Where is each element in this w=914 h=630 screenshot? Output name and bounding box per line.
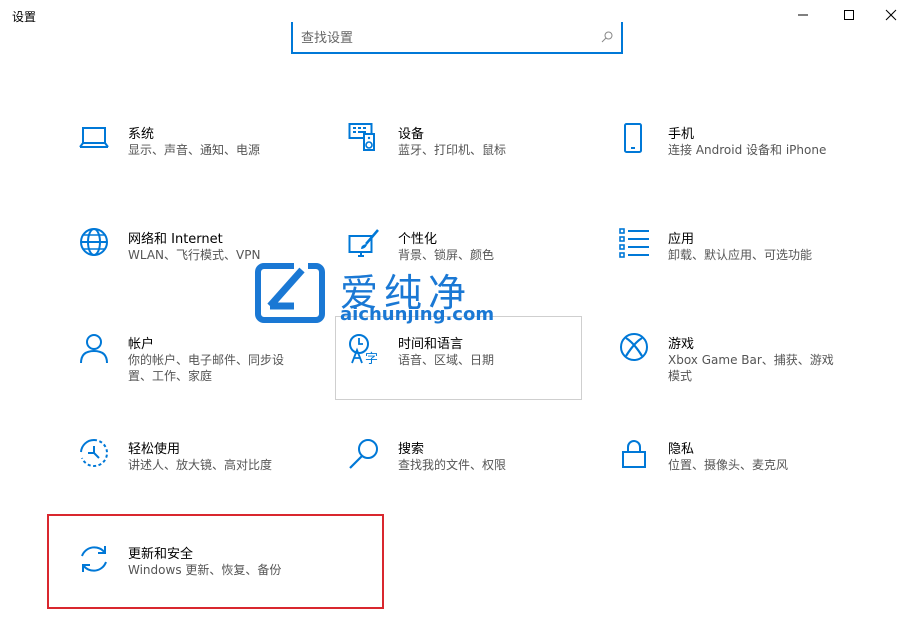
time-language-icon: 字	[348, 333, 382, 367]
phone-icon	[618, 123, 652, 157]
search-icon	[348, 438, 382, 472]
maximize-icon	[844, 10, 854, 20]
tile-title: 应用	[668, 232, 695, 247]
tile-system[interactable]: 系统 显示、声音、通知、电源	[48, 123, 298, 193]
window-title: 设置	[12, 10, 37, 24]
close-icon	[885, 9, 897, 21]
ease-of-access-icon	[78, 438, 112, 472]
tile-description: 卸载、默认应用、可选功能	[668, 248, 813, 262]
tile-description: 语音、区域、日期	[398, 353, 495, 367]
watermark-url: aichunjing.com	[340, 304, 495, 325]
person-icon	[78, 333, 112, 367]
tile-time-language[interactable]: 字 时间和语言 语音、区域、日期	[318, 333, 568, 403]
tile-title: 游戏	[668, 337, 695, 352]
tile-description: 背景、锁屏、颜色	[398, 248, 495, 262]
tile-privacy[interactable]: 隐私 位置、摄像头、麦克风	[588, 438, 838, 508]
minimize-icon	[798, 14, 808, 16]
tile-gaming[interactable]: 游戏 Xbox Game Bar、捕获、游戏模式	[588, 333, 838, 403]
close-button[interactable]	[868, 0, 914, 30]
tile-title: 手机	[668, 127, 695, 142]
minimize-button[interactable]	[780, 0, 826, 30]
tile-title: 设备	[398, 127, 425, 142]
tile-title: 时间和语言	[398, 337, 464, 352]
tile-apps[interactable]: 应用 卸载、默认应用、可选功能	[588, 228, 838, 298]
tile-title: 隐私	[668, 442, 695, 457]
tile-title: 帐户	[128, 337, 155, 352]
paint-brush-icon	[348, 228, 382, 262]
laptop-icon	[78, 123, 112, 157]
tile-accounts[interactable]: 帐户 你的帐户、电子邮件、同步设置、工作、家庭	[48, 333, 298, 403]
tile-description: 连接 Android 设备和 iPhone	[668, 143, 827, 157]
app-list-icon	[618, 228, 652, 262]
tile-description: 显示、声音、通知、电源	[128, 143, 261, 157]
tile-devices[interactable]: 设备 蓝牙、打印机、鼠标	[318, 123, 568, 193]
tile-ease-of-access[interactable]: 轻松使用 讲述人、放大镜、高对比度	[48, 438, 298, 508]
tile-description: 位置、摄像头、麦克风	[668, 458, 789, 472]
highlight-annotation-box	[47, 514, 384, 609]
tile-search[interactable]: 搜索 查找我的文件、权限	[318, 438, 568, 508]
search-box[interactable]	[291, 22, 623, 54]
tile-description: Xbox Game Bar、捕获、游戏模式	[668, 353, 834, 383]
tile-description: 讲述人、放大镜、高对比度	[128, 458, 273, 472]
tile-title: 系统	[128, 127, 155, 142]
search-icon[interactable]	[601, 31, 613, 43]
keyboard-speaker-icon	[348, 123, 382, 157]
tile-description: 你的帐户、电子邮件、同步设置、工作、家庭	[128, 353, 285, 383]
globe-icon	[78, 228, 112, 262]
svg-text:字: 字	[365, 352, 378, 367]
tile-title: 个性化	[398, 232, 438, 247]
search-input[interactable]	[301, 27, 591, 49]
watermark: 爱纯净 aichunjing.com	[252, 262, 552, 326]
watermark-logo-icon	[255, 262, 325, 323]
tile-description: 蓝牙、打印机、鼠标	[398, 143, 507, 157]
maximize-button[interactable]	[826, 0, 872, 30]
tile-description: WLAN、飞行模式、VPN	[128, 248, 261, 262]
tile-title: 搜索	[398, 442, 425, 457]
tile-title: 网络和 Internet	[128, 232, 223, 247]
xbox-icon	[618, 333, 652, 367]
lock-icon	[618, 438, 652, 472]
tile-phone[interactable]: 手机 连接 Android 设备和 iPhone	[588, 123, 838, 193]
tile-description: 查找我的文件、权限	[398, 458, 507, 472]
tile-title: 轻松使用	[128, 442, 181, 457]
